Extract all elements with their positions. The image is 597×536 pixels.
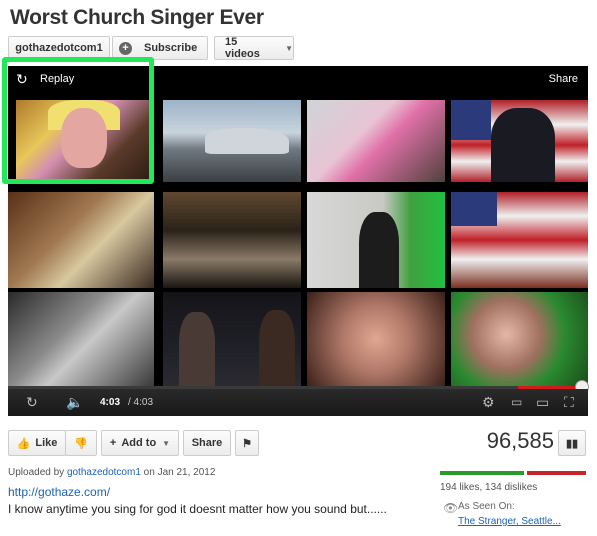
related-video-thumbnail[interactable] xyxy=(307,100,445,182)
related-video-thumbnail[interactable] xyxy=(451,292,588,386)
uploader-link[interactable]: gothazedotcom1 xyxy=(67,467,141,478)
as-seen-on-links[interactable]: The Stranger, Seattle... xyxy=(458,516,561,527)
video-title: Worst Church Singer Ever xyxy=(10,6,264,29)
like-dislike-bar xyxy=(440,471,586,475)
related-video-thumbnail[interactable] xyxy=(163,192,301,288)
share-button[interactable]: Share xyxy=(183,430,231,456)
related-video-thumbnail[interactable] xyxy=(307,292,445,386)
small-player-icon[interactable]: ▭ xyxy=(511,389,522,416)
channel-name: gothazedotcom1 xyxy=(15,42,103,54)
related-video-thumbnail[interactable] xyxy=(163,100,301,182)
current-time: 4:03 xyxy=(100,397,121,408)
chevron-down-icon: ▼ xyxy=(285,43,293,53)
plus-icon: + xyxy=(119,41,132,55)
highlight-box xyxy=(2,57,154,184)
chevron-down-icon: ▼ xyxy=(162,438,171,448)
dislike-button[interactable]: 👎 xyxy=(65,430,97,456)
videos-count-label: 15 videos xyxy=(225,36,260,60)
flag-button[interactable]: ⚑ xyxy=(235,430,259,456)
like-label: Like xyxy=(35,437,58,449)
add-to-label: Add to xyxy=(121,437,157,449)
gear-icon[interactable]: ⚙ xyxy=(482,389,495,416)
view-count: 96,585 xyxy=(486,428,554,453)
related-video-thumbnail[interactable] xyxy=(451,192,588,288)
upload-date: on Jan 21, 2012 xyxy=(143,467,216,478)
fullscreen-icon[interactable]: ⛶ xyxy=(564,389,574,416)
related-video-thumbnail[interactable] xyxy=(451,100,588,182)
add-to-button[interactable]: + Add to ▼ xyxy=(101,430,179,456)
volume-icon[interactable]: 🔈 xyxy=(66,389,83,416)
plus-icon: + xyxy=(109,437,117,449)
as-seen-on-label: As Seen On: xyxy=(458,501,515,512)
related-video-thumbnail[interactable] xyxy=(307,192,445,288)
share-label: Share xyxy=(191,437,223,449)
player-controls: ↻ 🔈 4:03 / 4:03 ⚙ ▭ ▭ ⛶ xyxy=(8,389,588,416)
large-player-icon[interactable]: ▭ xyxy=(536,389,549,416)
flag-icon: ⚑ xyxy=(242,437,252,450)
related-video-thumbnail[interactable] xyxy=(8,292,154,386)
replay-control-icon[interactable]: ↻ xyxy=(26,389,38,416)
like-button[interactable]: 👍 Like xyxy=(8,430,66,456)
video-description: I know anytime you sing for god it doesn… xyxy=(8,502,387,516)
likes-dislikes-count: 194 likes, 134 dislikes xyxy=(440,482,538,493)
eye-icon: 👁 xyxy=(443,501,459,515)
uploaded-prefix: Uploaded by xyxy=(8,467,65,478)
uploaded-by-line: Uploaded by gothazedotcom1 on Jan 21, 20… xyxy=(8,467,215,478)
dislike-bar-red xyxy=(527,471,586,475)
thumbs-up-icon: 👍 xyxy=(16,437,31,450)
bar-chart-icon: ▮▮ xyxy=(565,437,579,450)
like-bar-green xyxy=(440,471,525,475)
external-link[interactable]: http://gothaze.com/ xyxy=(8,485,110,499)
total-time: / 4:03 xyxy=(128,397,154,408)
stats-button[interactable]: ▮▮ xyxy=(558,430,586,456)
player-share-button[interactable]: Share xyxy=(549,73,578,85)
videos-dropdown-button[interactable]: 15 videos ▼ xyxy=(214,36,294,60)
thumbs-down-icon: 👎 xyxy=(74,437,88,450)
subscribe-label: Subscribe xyxy=(144,42,198,54)
related-video-thumbnail[interactable] xyxy=(8,192,154,288)
related-video-thumbnail[interactable] xyxy=(163,292,301,386)
